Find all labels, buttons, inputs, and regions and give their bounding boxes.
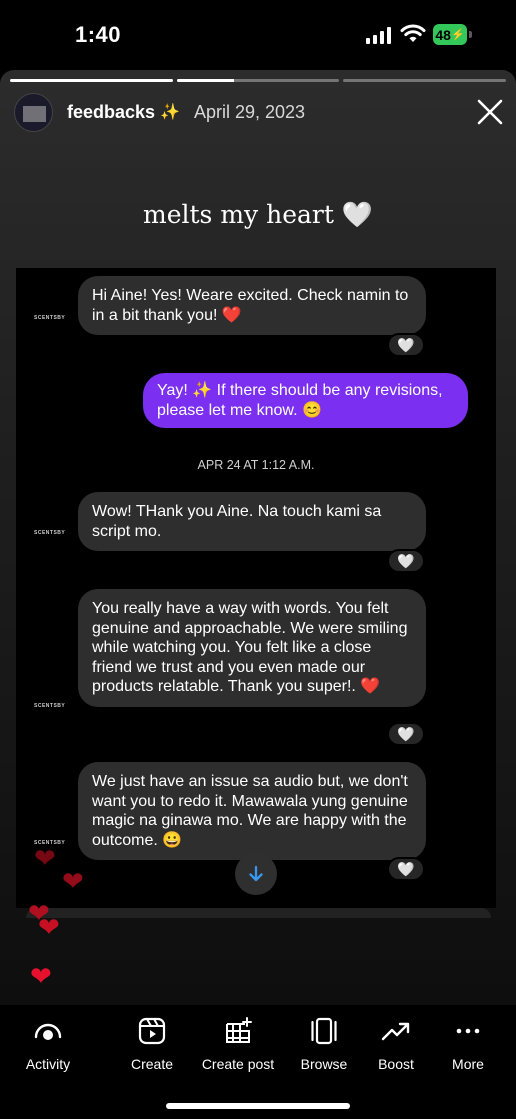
battery-tip <box>469 31 472 38</box>
avatar[interactable] <box>14 92 53 132</box>
message-bubble: Hi Aine! Yes! Weare excited. Check namin… <box>78 276 426 335</box>
close-icon[interactable] <box>476 98 504 126</box>
story-header: feedbacks ✨ April 29, 2023 <box>14 92 504 132</box>
story-caption: melts my heart 🤍 <box>143 200 373 229</box>
message-bubble: We just have an issue sa audio but, we d… <box>78 762 426 860</box>
sparkle-icon: ✨ <box>160 104 180 121</box>
heart-icon: ❤ <box>38 912 60 942</box>
more-icon <box>456 1028 480 1034</box>
story-actions-bar: Activity Create Create post Browse Boost… <box>0 1015 516 1085</box>
nav-label: Create <box>130 1056 174 1072</box>
cellular-signal-icon <box>366 26 391 44</box>
progress-fill <box>10 79 173 82</box>
status-time: 1:40 <box>75 22 122 47</box>
reels-icon <box>138 1017 166 1045</box>
story-viewer[interactable]: feedbacks ✨ April 29, 2023 melts my hear… <box>0 70 516 1005</box>
trend-up-icon <box>381 1022 410 1041</box>
heart-reaction-icon: 🤍 <box>387 333 425 357</box>
nav-label: Activity <box>25 1056 71 1072</box>
brand-logo: SCENTSBY <box>34 703 66 709</box>
reply-bar[interactable] <box>26 908 491 918</box>
more-button[interactable]: More <box>423 1015 513 1072</box>
progress-fill <box>176 79 234 82</box>
heart-reaction-icon: 🤍 <box>387 722 425 746</box>
heart-icon: ❤ <box>30 961 52 991</box>
story-progress <box>10 79 507 82</box>
charging-bolt-icon: ⚡ <box>450 29 465 41</box>
progress-segment <box>343 79 507 82</box>
battery-level: 48 <box>435 26 451 43</box>
status-bar: 1:40 48 ⚡ <box>0 0 516 70</box>
heart-reaction-icon: 🤍 <box>387 857 425 881</box>
grid-plus-icon <box>226 1017 252 1043</box>
create-button[interactable]: Create <box>107 1015 197 1072</box>
nav-label: Create post <box>201 1056 275 1072</box>
heart-icon: ❤ <box>34 843 56 873</box>
browse-icon <box>311 1017 337 1045</box>
wifi-icon <box>400 24 426 42</box>
story-username[interactable]: feedbacks <box>67 102 155 123</box>
chat-timestamp: APR 24 AT 1:12 A.M. <box>197 458 315 472</box>
message-bubble: Wow! THank you Aine. Na touch kami sa sc… <box>78 492 426 551</box>
message-bubble: You really have a way with words. You fe… <box>78 589 426 707</box>
arrow-down-icon <box>249 865 263 882</box>
activity-eye-icon <box>34 1023 62 1040</box>
story-date: April 29, 2023 <box>193 101 306 122</box>
progress-segment <box>10 79 173 82</box>
nav-label: More <box>452 1056 484 1072</box>
brand-logo: SCENTSBY <box>34 315 66 321</box>
progress-segment <box>176 79 340 82</box>
create-post-button[interactable]: Create post <box>193 1015 283 1072</box>
activity-button[interactable]: Activity <box>3 1015 93 1072</box>
brand-logo: SCENTSBY <box>34 530 66 536</box>
battery-indicator: 48 ⚡ <box>433 24 467 45</box>
home-indicator[interactable] <box>166 1103 350 1109</box>
message-bubble-outgoing: Yay! ✨ If there should be any revisions,… <box>143 373 468 428</box>
heart-reaction-icon: 🤍 <box>387 549 425 573</box>
heart-icon: ❤ <box>62 866 84 896</box>
scroll-down-button <box>235 853 277 895</box>
chat-screenshot: SCENTSBY Hi Aine! Yes! Weare excited. Ch… <box>16 268 496 908</box>
